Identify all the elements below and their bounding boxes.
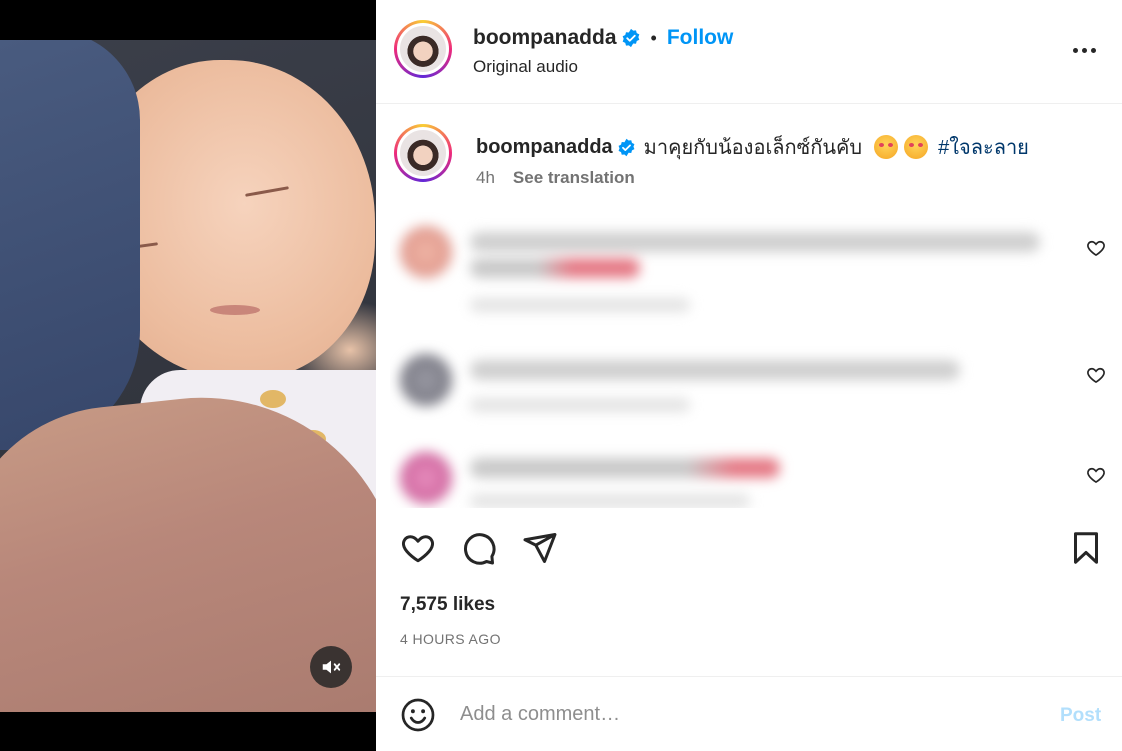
post-caption: boompanadda มาคุยกับน้องอเล็กซ์กันคับ #ใ… (376, 104, 1122, 210)
likes-count[interactable]: 7,575 likes (400, 594, 495, 616)
speaker-muted-icon (322, 660, 341, 674)
more-options-icon (1072, 47, 1078, 53)
list-item (390, 210, 1122, 312)
comment-text (470, 458, 780, 478)
comment-meta (470, 494, 750, 508)
caption-username[interactable]: boompanadda (476, 136, 613, 159)
list-item (390, 338, 1122, 438)
comment-meta (470, 398, 690, 412)
comment-meta (470, 298, 690, 312)
caption-hashtag-link[interactable]: #ใจละลาย (938, 131, 1029, 163)
header-separator: • (650, 27, 657, 48)
comment-avatar (400, 226, 452, 278)
author-username[interactable]: boompanadda (473, 26, 617, 50)
emoji-icon[interactable] (400, 697, 436, 733)
post-timestamp[interactable]: 4 HOURS AGO (400, 631, 501, 647)
comment-text (470, 258, 640, 278)
comment-text (470, 232, 1040, 252)
comment-like-heart-icon[interactable] (1086, 365, 1106, 385)
more-dot (1081, 47, 1087, 53)
comment-avatar (400, 452, 452, 504)
comment-composer: Post (376, 676, 1122, 751)
bookmark-icon[interactable] (1068, 530, 1104, 566)
more-dot (1090, 47, 1096, 53)
verified-badge-icon (618, 138, 635, 156)
see-translation-link[interactable]: See translation (513, 168, 635, 188)
post-details-panel: boompanadda • Follow Original audio boom… (376, 0, 1122, 751)
baby-mouth (210, 305, 260, 315)
heart-icon[interactable] (400, 530, 436, 566)
mute-toggle-button[interactable] (310, 646, 352, 688)
more-options-button[interactable] (1070, 40, 1098, 60)
comment-like-heart-icon[interactable] (1086, 238, 1106, 258)
instagram-post-modal: boompanadda • Follow Original audio boom… (0, 0, 1122, 751)
smiling-face-with-hearts-icon (874, 135, 899, 159)
post-header: boompanadda • Follow Original audio (376, 0, 1122, 104)
smiling-face-with-hearts-icon (904, 135, 929, 159)
author-avatar[interactable] (394, 20, 452, 78)
comment-text (470, 360, 960, 380)
comment-input[interactable] (460, 695, 1020, 733)
blanket (0, 40, 140, 450)
comment-like-heart-icon[interactable] (1086, 465, 1106, 485)
post-comment-button[interactable]: Post (1060, 705, 1101, 727)
original-audio-link[interactable]: Original audio (473, 57, 578, 77)
comment-icon[interactable] (461, 530, 497, 566)
follow-button[interactable]: Follow (667, 26, 734, 50)
post-action-bar (376, 514, 1122, 574)
post-media-pane (0, 0, 376, 751)
comment-avatar (400, 354, 452, 406)
comments-list[interactable] (390, 210, 1122, 508)
caption-author-avatar[interactable] (394, 124, 452, 182)
list-item (390, 440, 1122, 508)
caption-text: มาคุยกับน้องอเล็กซ์กันคับ (643, 137, 863, 159)
share-icon[interactable] (522, 530, 558, 566)
post-video[interactable] (0, 40, 376, 712)
verified-badge-icon (622, 28, 639, 48)
caption-time[interactable]: 4h (476, 168, 495, 188)
